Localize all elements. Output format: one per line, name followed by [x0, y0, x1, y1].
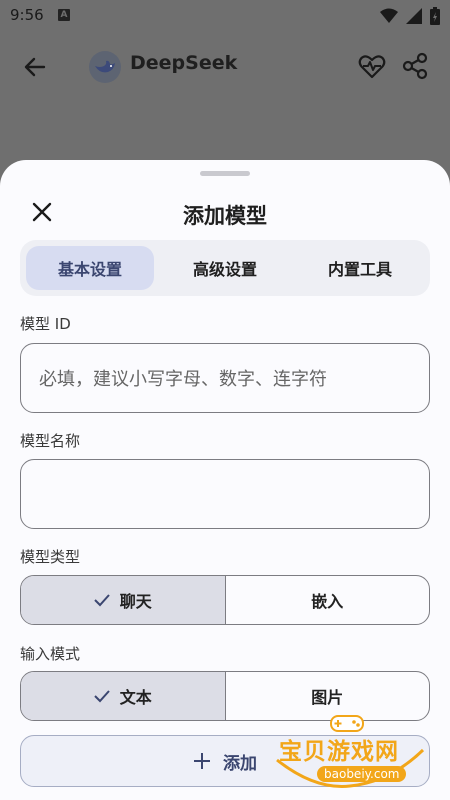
model-type-label: 模型类型: [20, 548, 81, 566]
watermark: 宝贝游戏网 baobeiy.com: [275, 710, 425, 790]
tab-advanced-settings[interactable]: 高级设置: [161, 246, 289, 290]
status-bar: 9:56 A: [0, 0, 450, 32]
watermark-url: baobeiy.com: [317, 766, 407, 782]
model-type-chat-label: 聊天: [119, 592, 152, 611]
gamepad-icon: [330, 715, 364, 732]
add-button-label: 添加: [223, 753, 257, 774]
plus-icon: [194, 753, 210, 769]
input-mode-label: 输入模式: [20, 645, 81, 663]
model-id-placeholder: 必填，建议小写字母、数字、连字符: [39, 369, 327, 390]
add-model-sheet: 添加模型 基本设置 高级设置 内置工具 模型 ID 必填，建议小写字母、数字、连…: [0, 160, 450, 800]
heart-pulse-icon[interactable]: [357, 51, 387, 81]
status-time: 9:56: [10, 6, 44, 24]
system-icons: [380, 7, 440, 25]
drag-handle[interactable]: [200, 171, 250, 176]
model-type-segmented: 聊天 嵌入: [20, 575, 430, 625]
tab-basic-settings[interactable]: 基本设置: [26, 246, 154, 290]
app-title: DeepSeek: [130, 52, 238, 74]
model-name-input[interactable]: [20, 459, 430, 529]
input-mode-image-label: 图片: [311, 688, 344, 707]
wifi-icon: [380, 8, 398, 23]
check-icon: [94, 594, 110, 607]
back-arrow-icon[interactable]: [20, 52, 50, 82]
input-mode-text-option[interactable]: 文本: [21, 672, 225, 720]
model-type-embed-label: 嵌入: [311, 592, 344, 611]
signal-icon: [406, 8, 422, 24]
input-mode-text-label: 文本: [119, 688, 152, 707]
model-id-input[interactable]: 必填，建议小写字母、数字、连字符: [20, 343, 430, 413]
sheet-title: 添加模型: [183, 204, 267, 228]
model-type-chat-option[interactable]: 聊天: [21, 576, 225, 624]
model-name-label: 模型名称: [20, 432, 81, 450]
share-icon[interactable]: [400, 51, 430, 81]
check-icon: [94, 690, 110, 703]
app-bar: DeepSeek: [0, 36, 450, 96]
notification-icon: A: [58, 9, 70, 21]
deepseek-logo-icon: [89, 51, 121, 83]
model-type-embed-option[interactable]: 嵌入: [224, 576, 430, 624]
settings-tabs: 基本设置 高级设置 内置工具: [20, 240, 430, 296]
model-id-label: 模型 ID: [20, 315, 71, 333]
tab-builtin-tools[interactable]: 内置工具: [296, 246, 424, 290]
battery-icon: [430, 7, 440, 25]
watermark-text: 宝贝游戏网: [279, 739, 399, 765]
